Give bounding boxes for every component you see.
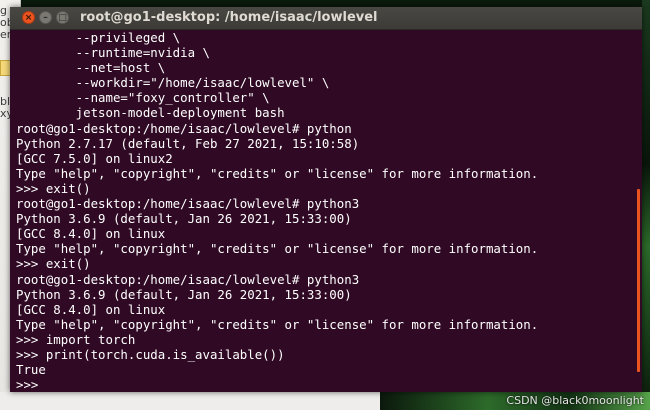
- terminal-line: Python 2.7.17 (default, Feb 27 2021, 15:…: [16, 135, 360, 151]
- terminal-line: --workdir="/home/isaac/lowlevel" \: [16, 75, 330, 91]
- terminal-line: Python 3.6.9 (default, Jan 26 2021, 15:3…: [16, 211, 352, 227]
- terminal-line: root@go1-desktop:/home/isaac/lowlevel# p…: [16, 271, 360, 287]
- terminal-window[interactable]: × – □ root@go1-desktop: /home/isaac/lowl…: [10, 7, 642, 392]
- terminal-line: Python 3.6.9 (default, Jan 26 2021, 15:3…: [16, 286, 352, 302]
- scrollbar[interactable]: [637, 189, 640, 372]
- terminal-line: True: [16, 362, 46, 378]
- terminal-line: >>> import torch: [16, 331, 136, 347]
- terminal-line: Type "help", "copyright", "credits" or "…: [16, 316, 539, 332]
- terminal-line: --name="foxy_controller" \: [16, 90, 270, 106]
- minimize-icon[interactable]: –: [39, 11, 52, 24]
- terminal-line: Type "help", "copyright", "credits" or "…: [16, 165, 539, 181]
- terminal-line: >>> exit(): [16, 256, 91, 272]
- terminal-line: >>> exit(): [16, 180, 91, 196]
- close-icon[interactable]: ×: [22, 11, 35, 24]
- terminal-line: --privileged \: [16, 30, 181, 45]
- terminal-line: --net=host \: [16, 60, 166, 76]
- background-window-strip: [0, 392, 380, 410]
- desktop-wallpaper: [642, 0, 650, 410]
- watermark: CSDN @black0moonlight: [506, 394, 644, 407]
- terminal-line: jetson-model-deployment bash: [16, 105, 285, 121]
- terminal-line: [GCC 8.4.0] on linux: [16, 226, 166, 242]
- terminal-line: >>>: [16, 377, 46, 392]
- terminal-line: --runtime=nvidia \: [16, 45, 210, 61]
- terminal-line: root@go1-desktop:/home/isaac/lowlevel# p…: [16, 196, 360, 212]
- terminal-line: root@go1-desktop:/home/isaac/lowlevel# p…: [16, 120, 352, 136]
- window-title: root@go1-desktop: /home/isaac/lowlevel: [80, 10, 378, 25]
- terminal-line: [GCC 8.4.0] on linux: [16, 301, 166, 317]
- title-bar[interactable]: × – □ root@go1-desktop: /home/isaac/lowl…: [10, 7, 642, 30]
- terminal-line: [GCC 7.5.0] on linux2: [16, 150, 173, 166]
- terminal-line: Type "help", "copyright", "credits" or "…: [16, 241, 539, 257]
- terminal-line: >>> print(torch.cuda.is_available()): [16, 346, 285, 362]
- maximize-icon[interactable]: □: [56, 11, 69, 24]
- terminal-output[interactable]: --privileged \ --runtime=nvidia \ --net=…: [16, 30, 628, 392]
